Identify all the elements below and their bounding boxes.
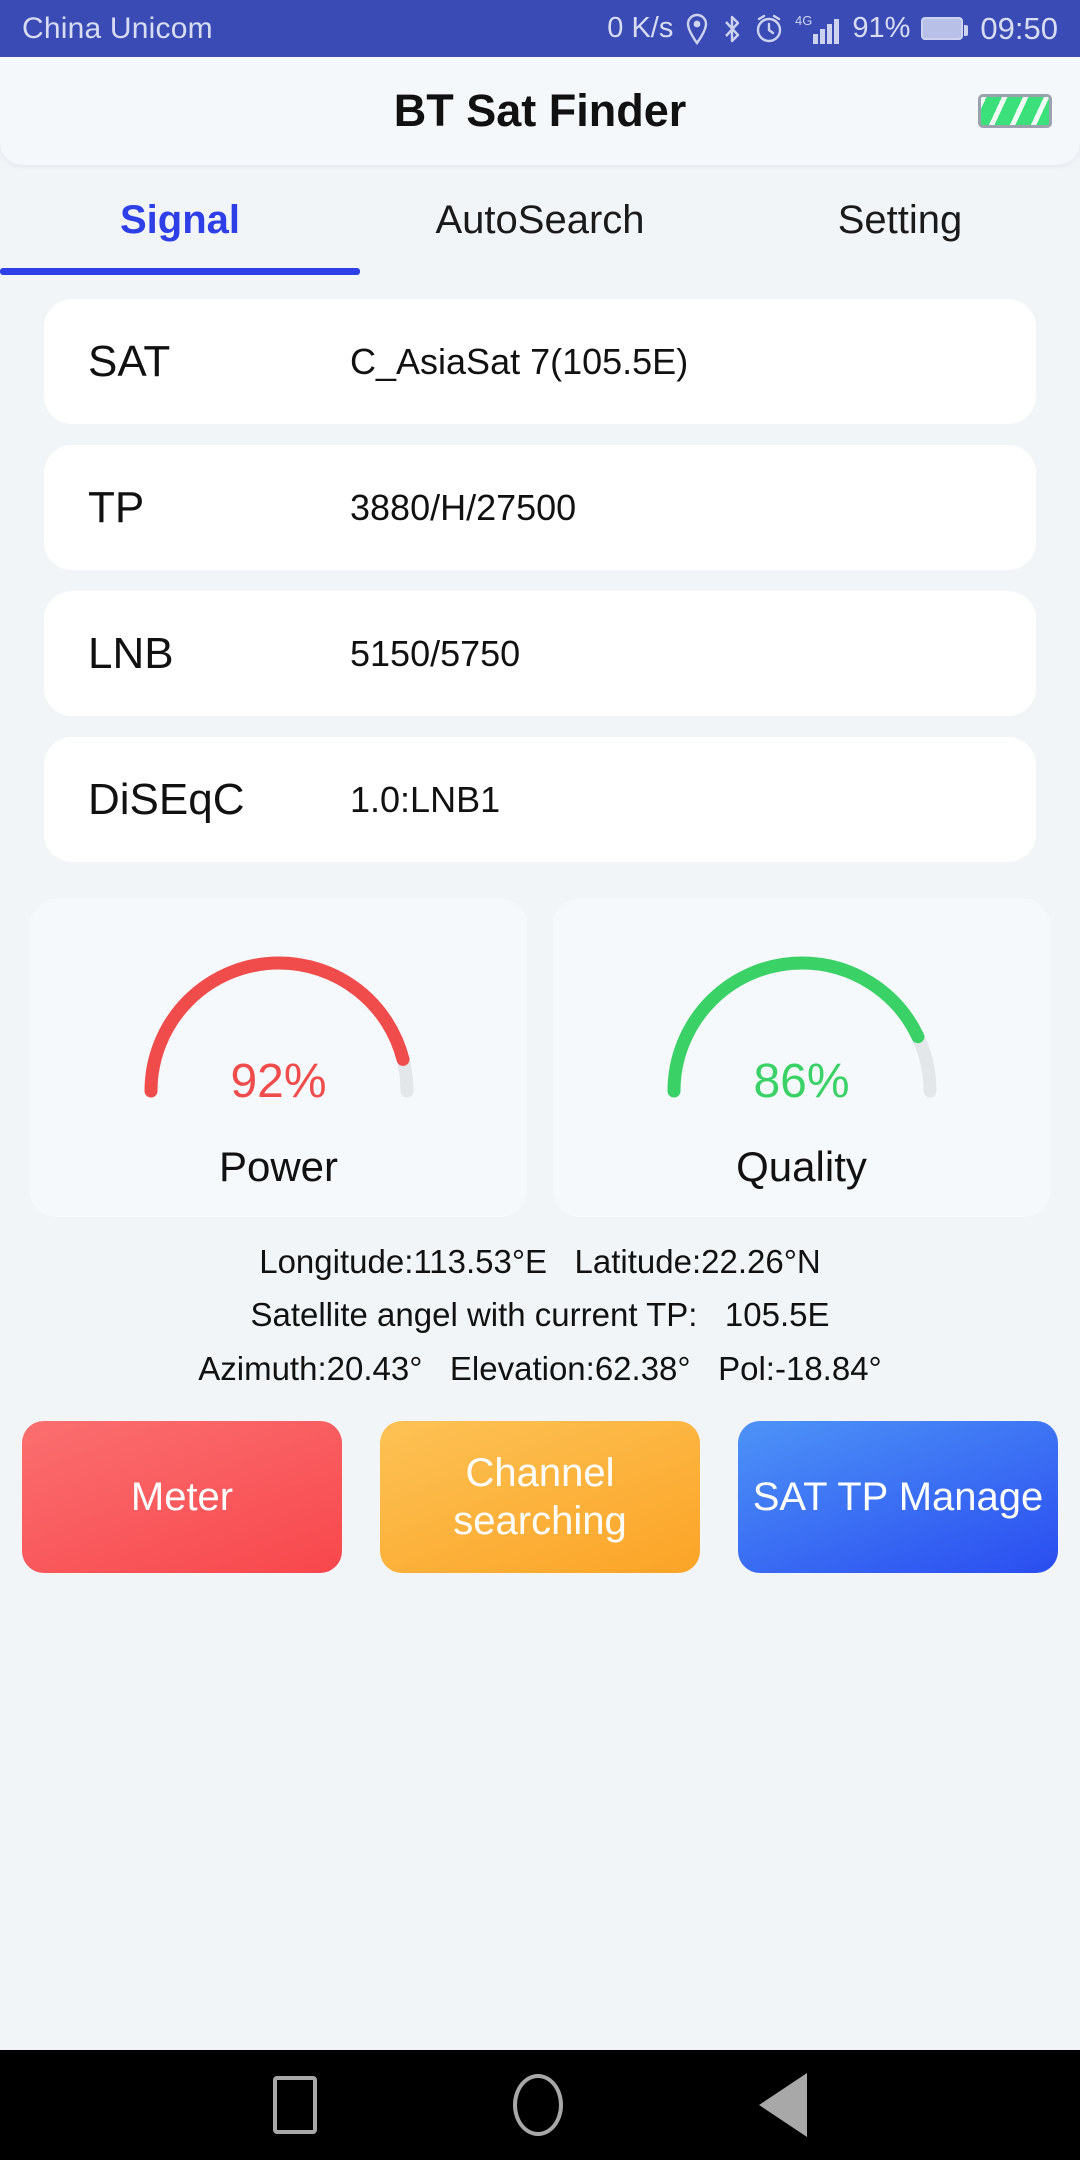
gauge-card-power: 92% Power: [30, 899, 527, 1217]
tab-autosearch-label: AutoSearch: [435, 197, 645, 242]
location-pin-icon: [684, 13, 710, 45]
4g-signal-icon: 4G: [795, 12, 841, 46]
power-gauge: 92%: [129, 933, 429, 1108]
settings-list: SAT C_AsiaSat 7(105.5E) TP 3880/H/27500 …: [0, 275, 1080, 862]
system-status-bar: China Unicom 0 K/s 4G 91% 09:50: [0, 0, 1080, 57]
coordinates-line-2: Satellite angel with current TP: 105.5E: [250, 1296, 830, 1334]
bluetooth-icon: [721, 13, 743, 45]
row-tp[interactable]: TP 3880/H/27500: [44, 445, 1036, 570]
status-bar-right-cluster: 0 K/s 4G 91% 09:50: [607, 11, 1058, 47]
square-recents-icon[interactable]: [273, 2076, 317, 2134]
row-diseqc-value: 1.0:LNB1: [350, 778, 501, 820]
battery-stripes: [981, 97, 1049, 125]
sat-tp-manage-button[interactable]: SAT TP Manage: [738, 1421, 1058, 1574]
power-label: Power: [218, 1143, 339, 1190]
coordinates-line-1: Longitude:113.53°E Latitude:22.26°N: [259, 1243, 821, 1280]
tab-signal[interactable]: Signal: [0, 165, 360, 275]
tab-signal-label: Signal: [119, 197, 241, 242]
quality-value: 86%: [753, 1055, 850, 1108]
tab-setting[interactable]: Setting: [720, 165, 1080, 275]
coordinates-block: Longitude:113.53°E Latitude:22.26°N Sate…: [0, 1217, 1080, 1395]
app-screen: China Unicom 0 K/s 4G 91% 09:50 BT Sat F…: [0, 0, 1080, 2160]
triangle-back-icon[interactable]: [759, 2073, 807, 2137]
status-battery-icon: [921, 17, 969, 40]
android-navigation-bar: [0, 2050, 1080, 2160]
clock-label: 09:50: [980, 10, 1058, 46]
page-title: BT Sat Finder: [393, 85, 687, 136]
svg-text:4G: 4G: [795, 13, 812, 28]
row-lnb-value: 5150/5750: [350, 632, 521, 674]
row-lnb[interactable]: LNB 5150/5750: [44, 591, 1036, 716]
row-diseqc-label: DiSEqC: [88, 774, 245, 824]
tab-autosearch[interactable]: AutoSearch: [360, 165, 720, 275]
action-button-row: Meter Channel searching SAT TP Manage: [0, 1395, 1080, 1574]
row-sat-label: SAT: [88, 336, 171, 386]
coordinates-line-3: Azimuth:20.43° Elevation:62.38° Pol:-18.…: [198, 1349, 882, 1387]
tab-setting-label: Setting: [837, 197, 963, 242]
channel-searching-button[interactable]: Channel searching: [380, 1421, 700, 1574]
carrier-label: China Unicom: [22, 11, 213, 45]
circle-home-icon[interactable]: [513, 2074, 563, 2136]
app-header: BT Sat Finder: [0, 57, 1080, 165]
alarm-clock-icon: [754, 13, 784, 45]
row-tp-label: TP: [88, 482, 145, 532]
gauge-section: 92% Power 86% Quality: [0, 883, 1080, 1217]
row-sat-value: C_AsiaSat 7(105.5E): [350, 340, 689, 382]
row-diseqc[interactable]: DiSEqC 1.0:LNB1: [44, 737, 1036, 862]
meter-button[interactable]: Meter: [22, 1421, 342, 1574]
quality-gauge: 86%: [652, 933, 952, 1108]
network-speed-label: 0 K/s: [607, 12, 674, 44]
row-tp-value: 3880/H/27500: [350, 486, 577, 528]
row-sat[interactable]: SAT C_AsiaSat 7(105.5E): [44, 299, 1036, 424]
quality-label: Quality: [736, 1143, 867, 1190]
tab-bar: Signal AutoSearch Setting: [0, 165, 1080, 275]
row-lnb-label: LNB: [88, 628, 174, 678]
gauge-card-quality: 86% Quality: [553, 899, 1050, 1217]
power-value: 92%: [230, 1055, 327, 1108]
battery-percent-label: 91%: [852, 12, 911, 44]
battery-full-icon: [978, 94, 1052, 128]
